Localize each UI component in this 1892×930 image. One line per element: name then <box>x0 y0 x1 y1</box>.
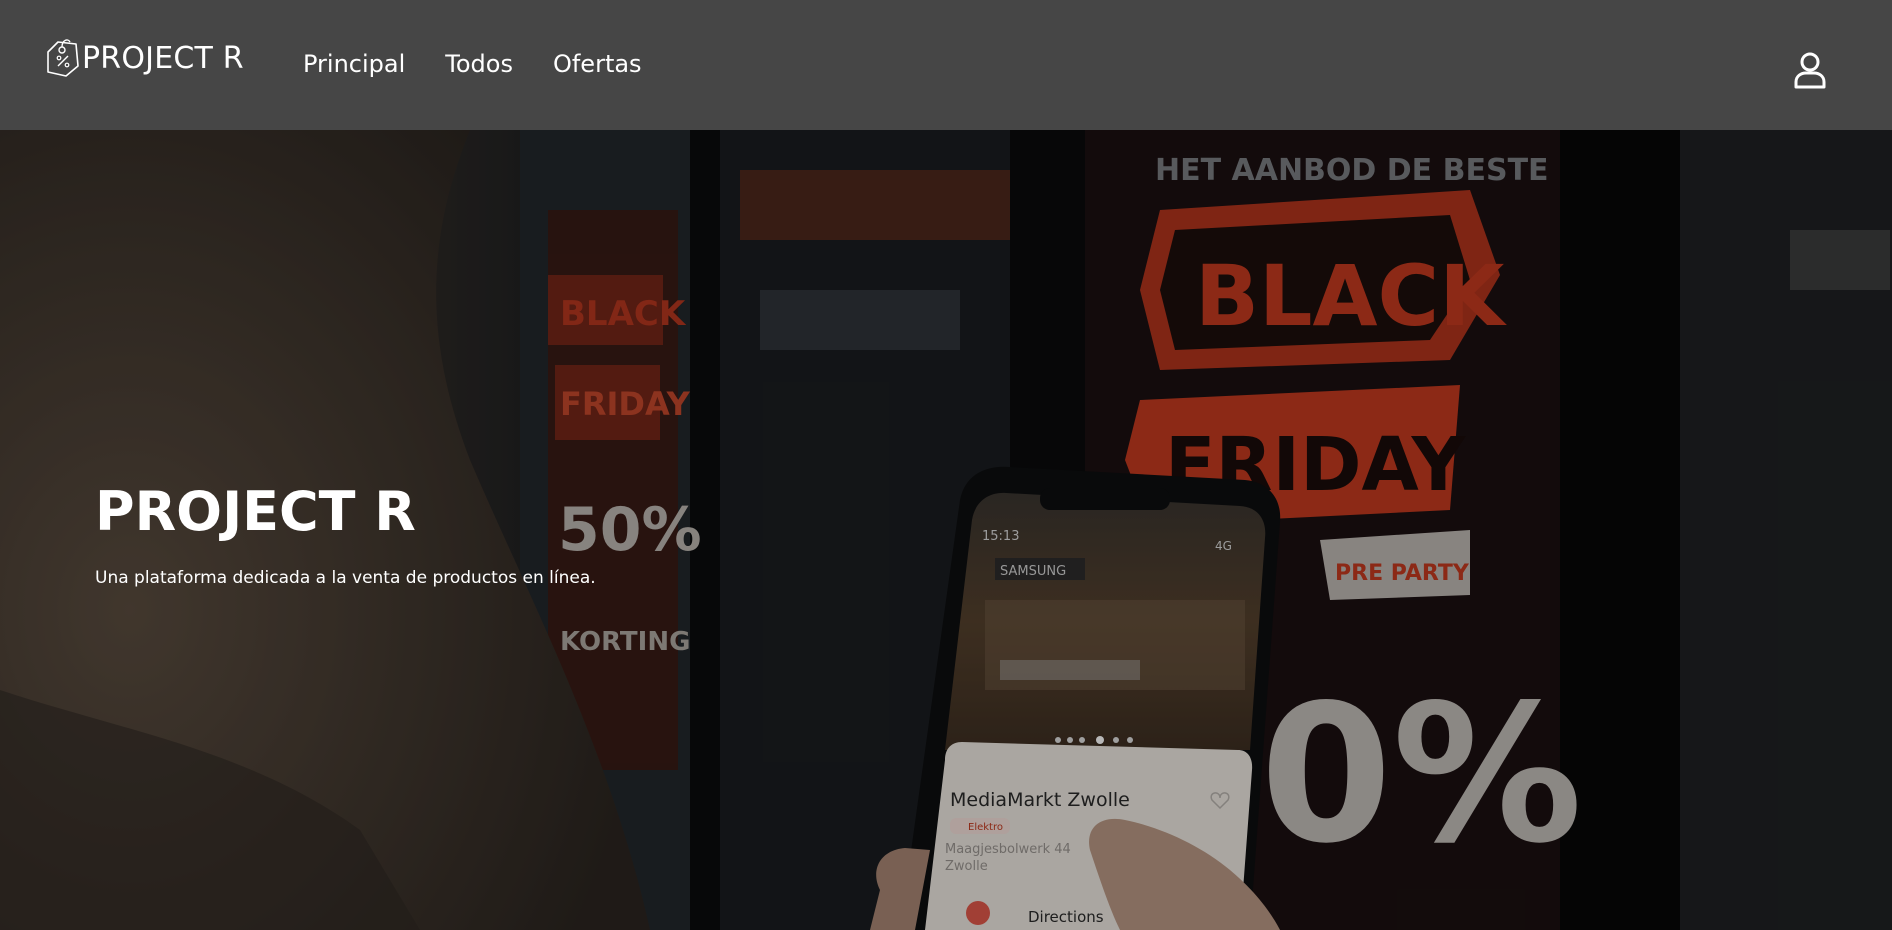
nav-link-principal[interactable]: Principal <box>303 50 405 78</box>
hero-banner: BLACK FRIDAY 50% KORTING HET AANBOD DE B… <box>0 130 1892 930</box>
user-icon <box>1794 52 1826 89</box>
main-nav: Principal Todos Ofertas <box>303 50 682 78</box>
hero-title: PROJECT R <box>95 480 416 543</box>
navbar: PROJECT R Principal Todos Ofertas <box>0 0 1892 130</box>
nav-link-ofertas[interactable]: Ofertas <box>553 50 642 78</box>
shopping-tag-icon <box>47 39 79 77</box>
user-account-button[interactable] <box>1790 50 1830 90</box>
hero-subtitle: Una plataforma dedicada a la venta de pr… <box>95 568 596 588</box>
brand-name: PROJECT R <box>82 40 244 76</box>
nav-link-todos[interactable]: Todos <box>445 50 513 78</box>
brand-link[interactable]: PROJECT R <box>40 36 244 80</box>
